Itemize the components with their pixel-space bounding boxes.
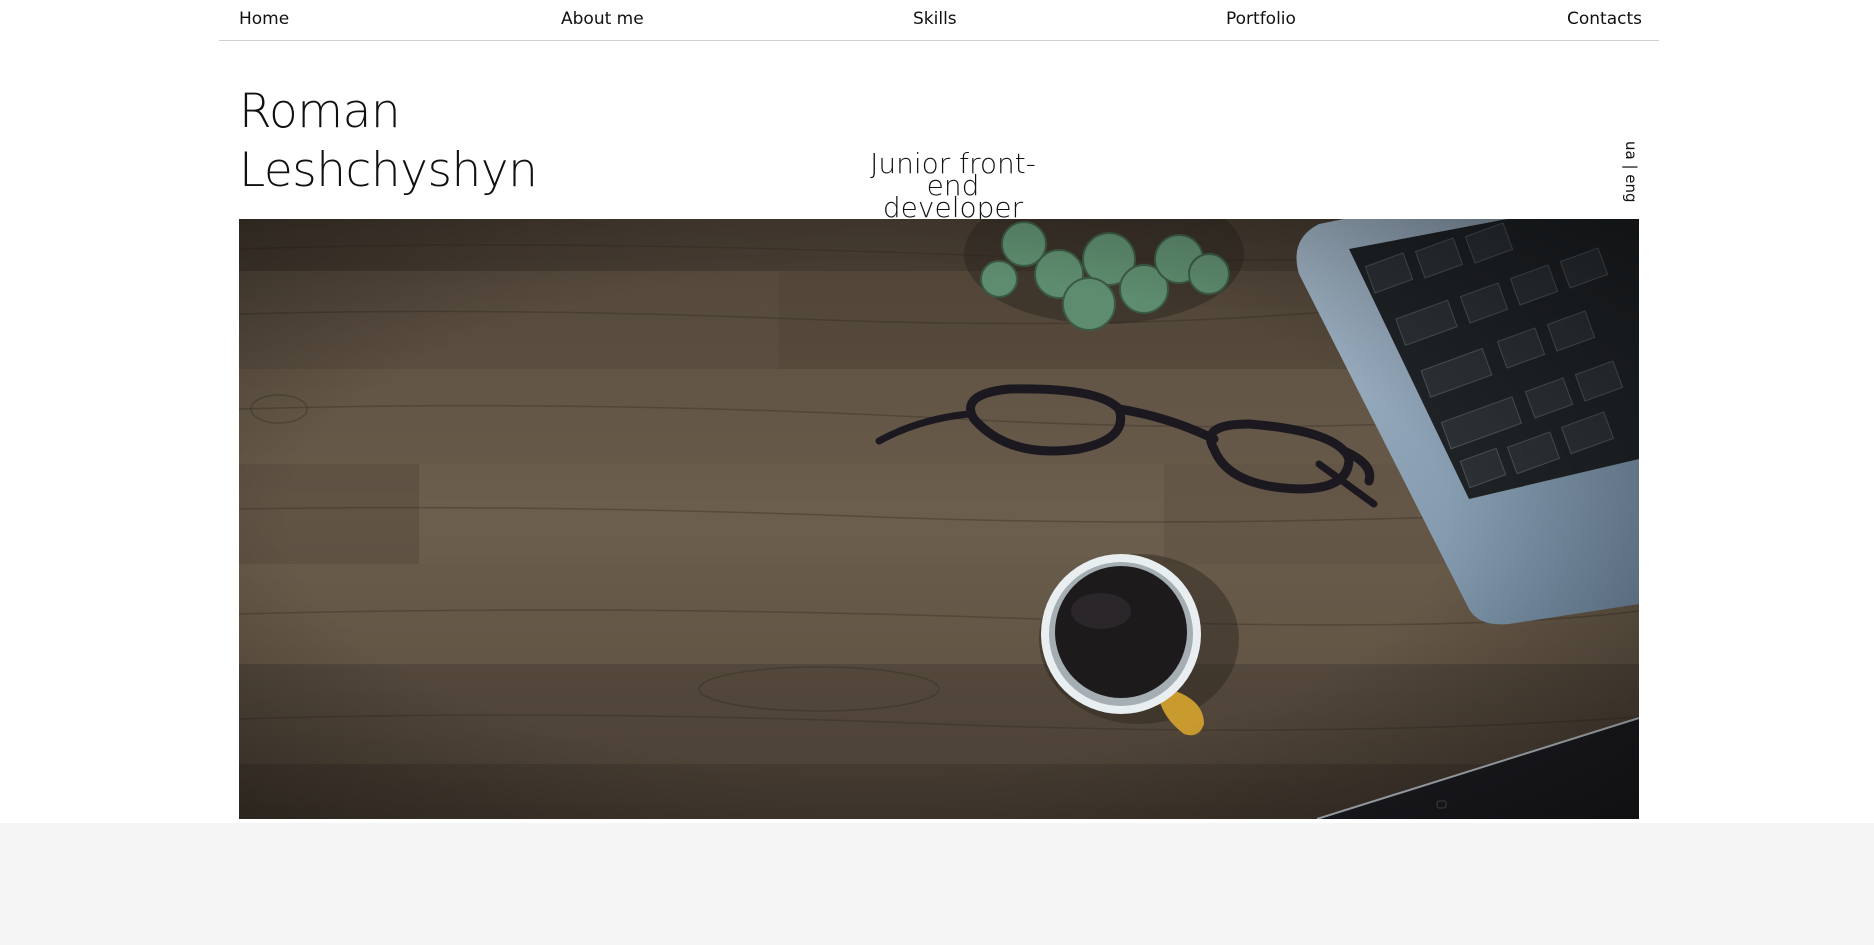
- language-switch-label[interactable]: ua | eng: [1622, 141, 1640, 203]
- nav-portfolio-link[interactable]: Portfolio: [1226, 9, 1296, 29]
- nav-skills-link[interactable]: Skills: [913, 9, 957, 29]
- desk-photo: [239, 219, 1639, 819]
- nav-contacts-link[interactable]: Contacts: [1567, 9, 1642, 29]
- name-last: Leshchyshyn: [239, 143, 538, 198]
- hero-image: [239, 219, 1639, 819]
- top-navigation: Home About me Skills Portfolio Contacts: [219, 0, 1659, 41]
- nav-home-link[interactable]: Home: [239, 9, 289, 29]
- page-title: Roman Leshchyshyn: [239, 82, 538, 200]
- job-title: Junior front-end developer: [850, 150, 1056, 224]
- nav-about-link[interactable]: About me: [561, 9, 644, 29]
- language-switcher[interactable]: ua | eng: [1620, 140, 1640, 203]
- name-first: Roman: [239, 84, 401, 139]
- role-line-2: developer: [882, 191, 1024, 224]
